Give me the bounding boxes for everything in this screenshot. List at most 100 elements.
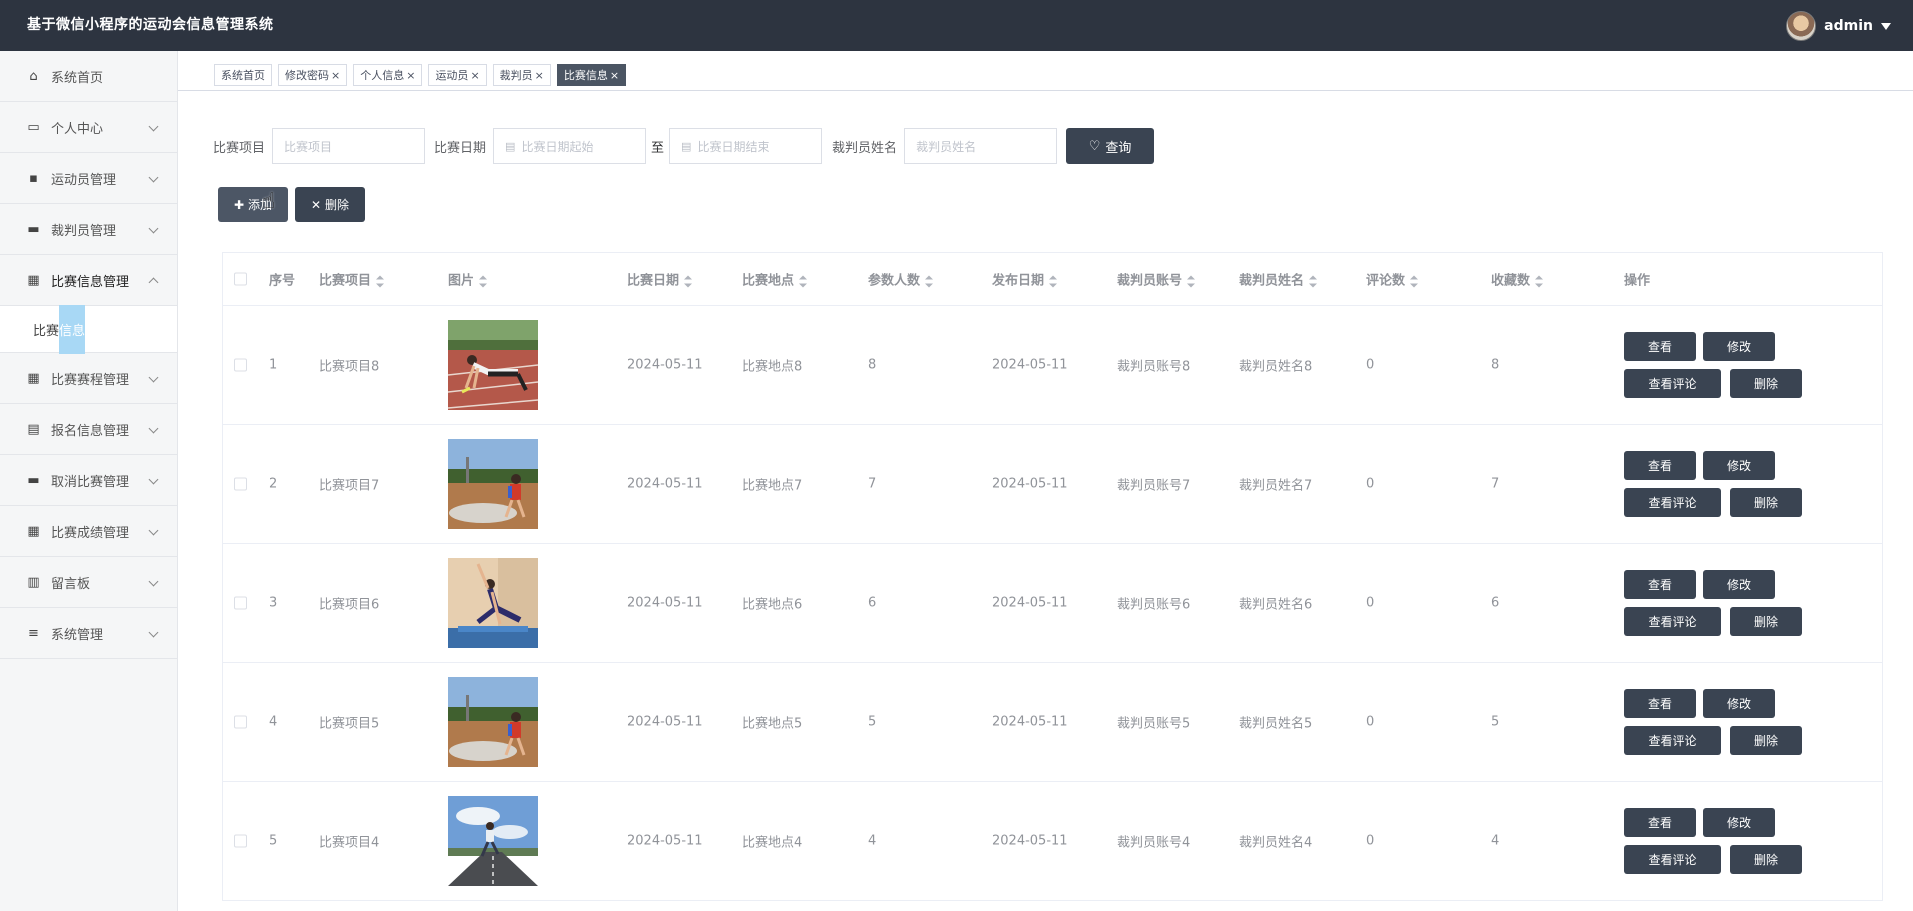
tab-label: 运动员 [435, 69, 469, 82]
date-start-input[interactable]: ▤ 比赛日期起始 [493, 128, 647, 164]
row-checkbox[interactable] [234, 715, 247, 729]
edit-button[interactable]: 修改 [1703, 808, 1775, 837]
judge-label: 裁判员姓名 [832, 140, 898, 156]
column-header[interactable]: 比赛项目 [319, 270, 385, 289]
user-menu[interactable]: admin [1786, 11, 1891, 41]
sidebar-item-label: 比赛赛程管理 [51, 372, 130, 388]
delete-row-button[interactable]: 删除 [1730, 845, 1802, 874]
close-icon[interactable]: × [406, 69, 415, 82]
match-image [448, 439, 538, 529]
sort-icon[interactable] [479, 275, 488, 287]
submenu-item-match-info[interactable]: 比赛 信息 [0, 304, 177, 354]
delete-row-button[interactable]: 删除 [1730, 607, 1802, 636]
row-checkbox[interactable] [234, 834, 247, 848]
view-comments-button[interactable]: 查看评论 [1624, 488, 1721, 517]
tab-label: 系统首页 [221, 69, 265, 82]
sidebar-item-9[interactable]: ▥ 留言板 [0, 557, 177, 608]
sidebar-item-0[interactable]: ⌂ 系统首页 [0, 51, 177, 102]
query-button[interactable]: ♡ 查询 [1066, 128, 1155, 164]
cell-index: 1 [269, 357, 278, 373]
sidebar-item-6[interactable]: ▤ 报名信息管理 [0, 404, 177, 455]
sort-icon[interactable] [1049, 275, 1058, 287]
sort-icon[interactable] [376, 275, 385, 287]
tab-2[interactable]: 个人信息 × [353, 64, 423, 86]
view-comments-button[interactable]: 查看评论 [1624, 726, 1721, 755]
view-comments-button[interactable]: 查看评论 [1624, 607, 1721, 636]
view-comments-button[interactable]: 查看评论 [1624, 369, 1721, 398]
date-label: 比赛日期 [434, 140, 487, 156]
sidebar-item-label: 个人中心 [51, 121, 104, 137]
sort-icon[interactable] [799, 275, 808, 287]
cell-count: 7 [868, 476, 877, 492]
column-header[interactable]: 发布日期 [992, 270, 1058, 289]
sort-icon[interactable] [1535, 275, 1544, 287]
tab-5[interactable]: 比赛信息 × [556, 64, 627, 86]
delete-row-button[interactable]: 删除 [1730, 488, 1802, 517]
sidebar-item-7[interactable]: ▬ 取消比赛管理 [0, 455, 177, 506]
column-header[interactable]: 裁判员账号 [1117, 270, 1196, 289]
sort-icon[interactable] [684, 275, 693, 287]
column-header[interactable]: 参数人数 [868, 270, 934, 289]
username[interactable]: admin [1824, 18, 1873, 34]
close-icon[interactable]: × [470, 69, 479, 82]
match-image [447, 320, 539, 410]
edit-button[interactable]: 修改 [1703, 689, 1775, 718]
sort-icon[interactable] [1410, 275, 1419, 287]
view-button[interactable]: 查看 [1624, 451, 1696, 480]
sidebar-item-10[interactable]: ≡ 系统管理 [0, 608, 177, 659]
delete-row-button[interactable]: 删除 [1730, 369, 1802, 398]
row-checkbox[interactable] [234, 358, 247, 372]
avatar[interactable] [1786, 11, 1817, 41]
column-header[interactable]: 图片 [448, 270, 488, 289]
select-all-checkbox[interactable] [234, 272, 247, 286]
view-button[interactable]: 查看 [1624, 808, 1696, 837]
judge-search-input[interactable]: 裁判员姓名 [904, 128, 1058, 164]
close-icon[interactable]: × [331, 69, 340, 82]
tab-label: 裁判员 [499, 69, 533, 82]
delete-row-button[interactable]: 删除 [1730, 726, 1802, 755]
row-checkbox[interactable] [234, 596, 247, 610]
close-icon[interactable]: × [535, 69, 544, 82]
sidebar-item-2[interactable]: ▪ 运动员管理 [0, 153, 177, 204]
column-header[interactable]: 收藏数 [1491, 270, 1544, 289]
tab-4[interactable]: 裁判员 × [492, 64, 551, 86]
edit-button[interactable]: 修改 [1703, 451, 1775, 480]
delete-button[interactable]: ✕ 删除 [295, 187, 365, 222]
sort-icon[interactable] [925, 275, 934, 287]
sidebar-item-1[interactable]: ▭ 个人中心 [0, 102, 177, 153]
date-separator: 至 [651, 140, 665, 156]
close-icon[interactable]: × [610, 69, 619, 82]
edit-button[interactable]: 修改 [1703, 570, 1775, 599]
row-actions: 查看 修改查看评论 删除 [1624, 689, 1824, 755]
sort-icon[interactable] [1309, 275, 1318, 287]
view-button[interactable]: 查看 [1624, 332, 1696, 361]
sidebar-item-4[interactable]: ▦ 比赛信息管理 [0, 255, 177, 306]
cell-count: 5 [868, 714, 877, 730]
column-header[interactable]: 比赛地点 [742, 270, 808, 289]
add-button[interactable]: ✚ 添加 [218, 187, 288, 222]
view-comments-button[interactable]: 查看评论 [1624, 845, 1721, 874]
tab-1[interactable]: 修改密码 × [278, 64, 348, 86]
sidebar-item-3[interactable]: ▬ 裁判员管理 [0, 204, 177, 255]
cell-index: 4 [269, 714, 278, 730]
column-header[interactable]: 评论数 [1366, 270, 1419, 289]
date-end-input[interactable]: ▤ 比赛日期结束 [669, 128, 823, 164]
column-header[interactable]: 裁判员姓名 [1239, 270, 1318, 289]
view-button[interactable]: 查看 [1624, 689, 1696, 718]
sidebar-item-5[interactable]: ▦ 比赛赛程管理 [0, 353, 177, 404]
sort-icon[interactable] [1187, 275, 1196, 287]
cell-comments: 0 [1366, 476, 1375, 492]
plus-icon: ✚ [233, 197, 245, 212]
edit-button[interactable]: 修改 [1703, 332, 1775, 361]
view-button[interactable]: 查看 [1624, 570, 1696, 599]
row-checkbox[interactable] [234, 477, 247, 491]
column-header: 序号 [269, 273, 296, 289]
grid-icon: ▦ [27, 523, 40, 539]
sidebar-item-8[interactable]: ▦ 比赛成绩管理 [0, 506, 177, 557]
caret-down-icon[interactable] [1881, 22, 1891, 30]
column-header[interactable]: 比赛日期 [627, 270, 693, 289]
tab-3[interactable]: 运动员 × [428, 64, 487, 86]
item-search-input[interactable]: 比赛项目 [272, 128, 426, 164]
tab-0[interactable]: 系统首页 [214, 64, 272, 86]
table-row: 3 比赛项目6 2024-05-11 比赛地点6 6 2024-05-11 裁判员账号6 裁判… [223, 544, 1882, 663]
